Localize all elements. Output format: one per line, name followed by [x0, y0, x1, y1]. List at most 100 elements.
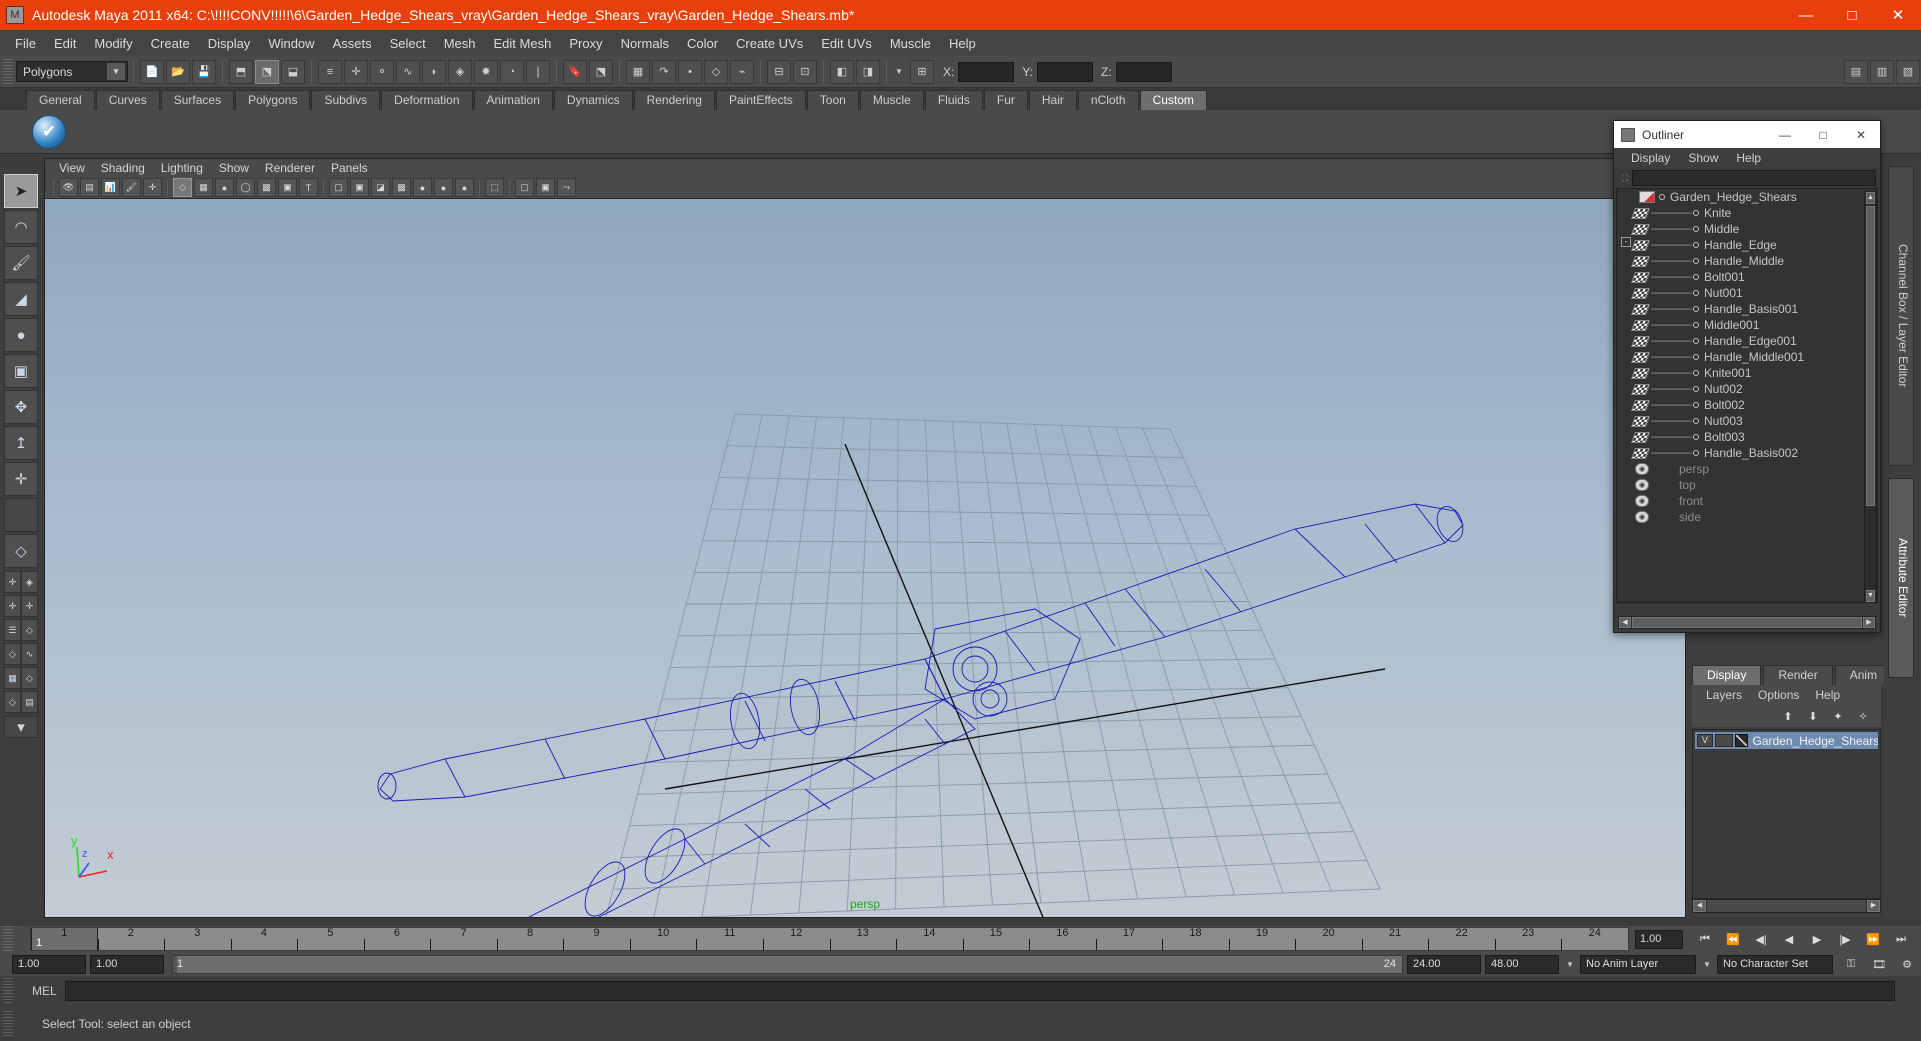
shelf-tab-muscle[interactable]: Muscle: [859, 90, 924, 110]
z-coordinate-field[interactable]: [1115, 61, 1172, 82]
animation-end-time-field[interactable]: 48.00: [1485, 954, 1559, 974]
outliner-minimize-button[interactable]: —: [1766, 121, 1804, 148]
shelf-tab-polygons[interactable]: Polygons: [235, 90, 311, 110]
menu-item-edit-mesh[interactable]: Edit Mesh: [485, 33, 561, 54]
viewport-canvas[interactable]: y x z persp: [45, 199, 1685, 917]
select-by-object-type-button[interactable]: ⬔: [255, 59, 279, 84]
highlight-button[interactable]: ⬔: [589, 59, 613, 84]
range-start-time-field[interactable]: 1.00: [90, 954, 164, 974]
wireframe-on-shaded-icon[interactable]: ▩: [257, 178, 276, 197]
outliner-item-handle_middle001[interactable]: ———— Handle_Middle001: [1617, 349, 1877, 365]
menu-item-edit-uvs[interactable]: Edit UVs: [812, 33, 881, 54]
outliner-item-knite001[interactable]: ———— Knite001: [1617, 365, 1877, 381]
outliner-hscrollbar[interactable]: ◀ ▶: [1618, 616, 1876, 629]
scroll-left-icon[interactable]: ◀: [1693, 900, 1706, 912]
select-dynamics-button[interactable]: ✸: [474, 59, 498, 84]
snap-to-point-button[interactable]: •: [678, 59, 702, 84]
outliner-menu-show[interactable]: Show: [1679, 150, 1727, 166]
graph-editor-layout[interactable]: ∿: [21, 643, 38, 665]
outliner-item-nut002[interactable]: ———— Nut002: [1617, 381, 1877, 397]
menu-item-file[interactable]: File: [6, 33, 45, 54]
shelf-tab-hair[interactable]: Hair: [1028, 90, 1077, 110]
scroll-right-icon[interactable]: ▶: [1863, 617, 1875, 628]
menu-item-normals[interactable]: Normals: [612, 33, 678, 54]
select-handles-button[interactable]: ✛: [344, 59, 368, 84]
command-line-grip[interactable]: [3, 978, 13, 1004]
persp-graph-outliner-layout[interactable]: ◇: [4, 691, 21, 713]
bookmark-icon[interactable]: 📊: [101, 178, 120, 197]
menu-item-proxy[interactable]: Proxy: [560, 33, 611, 54]
move-layer-down-icon[interactable]: ⬇: [1803, 707, 1823, 725]
chevron-down-icon[interactable]: ▼: [1700, 955, 1714, 974]
maximize-button[interactable]: □: [1829, 0, 1875, 30]
isolate-select-icon[interactable]: ⬚: [485, 178, 504, 197]
expand-collapse-icon[interactable]: ⛶: [1618, 171, 1632, 185]
outliner-item-handle_edge[interactable]: ———— Handle_Edge: [1617, 237, 1877, 253]
shelf-tab-deformation[interactable]: Deformation: [381, 90, 473, 110]
keyframe-icon[interactable]: ✛: [143, 178, 162, 197]
layer-menu-layers[interactable]: Layers: [1698, 687, 1750, 703]
wireframe-icon[interactable]: ◇: [173, 178, 192, 197]
outliner-item-nut003[interactable]: ———— Nut003: [1617, 413, 1877, 429]
shelf-tab-subdivs[interactable]: Subdivs: [311, 90, 381, 110]
show-manipulator-tool[interactable]: ✛: [4, 462, 38, 496]
text-icon[interactable]: T: [299, 178, 318, 197]
three-pane-layout[interactable]: ✛: [21, 595, 38, 617]
new-scene-button[interactable]: 📄: [140, 59, 164, 84]
outliner-vscrollbar[interactable]: ▲ ▼: [1864, 191, 1877, 603]
help-line-grip[interactable]: [3, 1010, 13, 1037]
viewport-menu-renderer[interactable]: Renderer: [257, 160, 323, 176]
snap-to-live-object-button[interactable]: ⌁: [730, 59, 754, 84]
render-current-frame-button[interactable]: ⊡: [793, 59, 817, 84]
show-attribute-editor-button[interactable]: ▧: [1896, 59, 1920, 84]
shelf-tab-dynamics[interactable]: Dynamics: [553, 90, 633, 110]
outliner-menu-display[interactable]: Display: [1622, 150, 1679, 166]
highlight-selection-mode-button[interactable]: ≡: [318, 59, 342, 84]
hypershade-persp-layout[interactable]: ▦: [4, 667, 21, 689]
snap-to-grid-button[interactable]: ▦: [626, 59, 650, 84]
layer-playback-toggle[interactable]: [1714, 734, 1733, 747]
go-to-end-icon[interactable]: ⏭: [1889, 929, 1913, 949]
scroll-down-icon[interactable]: ▼: [1866, 590, 1875, 602]
rotate-tool[interactable]: ●: [4, 318, 38, 352]
animation-start-time-field[interactable]: 1.00: [12, 954, 86, 974]
paint-select-tool[interactable]: 🖌: [4, 246, 38, 280]
selection-mode-dropdown[interactable]: Polygons ▼: [16, 61, 128, 82]
light-amber-icon[interactable]: ●: [455, 178, 474, 197]
select-curves-button[interactable]: ∿: [396, 59, 420, 84]
two-pane-split-layout[interactable]: ✛: [4, 595, 21, 617]
auto-keyframe-icon[interactable]: 🎞: [1867, 954, 1891, 974]
input-line-mode-chevron-icon[interactable]: ▼: [892, 62, 906, 81]
minimize-button[interactable]: —: [1783, 0, 1829, 30]
scroll-thumb[interactable]: [1866, 206, 1875, 506]
layer-row[interactable]: V Garden_Hedge_Shears_l: [1695, 732, 1878, 749]
image-plane-icon[interactable]: 🖌: [122, 178, 141, 197]
texture-icon[interactable]: ▣: [278, 178, 297, 197]
select-camera-icon[interactable]: 👁: [59, 178, 78, 197]
close-button[interactable]: ✕: [1875, 0, 1921, 30]
select-tool[interactable]: ➤: [4, 174, 38, 208]
animation-preferences-icon[interactable]: ⚙: [1895, 954, 1919, 974]
menu-item-window[interactable]: Window: [259, 33, 323, 54]
scroll-thumb[interactable]: [1632, 617, 1862, 628]
x-coordinate-field[interactable]: [958, 61, 1015, 82]
shelf-tab-fluids[interactable]: Fluids: [924, 90, 983, 110]
shelf-tab-curves[interactable]: Curves: [95, 90, 160, 110]
snap-to-curve-button[interactable]: ↷: [652, 59, 676, 84]
viewport-menu-view[interactable]: View: [51, 160, 93, 176]
outliner-item-handle_edge001[interactable]: ———— Handle_Edge001: [1617, 333, 1877, 349]
select-deformations-button[interactable]: ◈: [448, 59, 472, 84]
single-perspective-view-layout[interactable]: ◇: [4, 534, 38, 568]
dock-tab-display[interactable]: Display: [1692, 665, 1762, 685]
menu-item-mesh[interactable]: Mesh: [435, 33, 485, 54]
shelf-tab-surfaces[interactable]: Surfaces: [160, 90, 235, 110]
outliner-menu-help[interactable]: Help: [1727, 150, 1770, 166]
outliner-tree[interactable]: - Garden_Hedge_Shears ———— Knite ———— Middle…: [1616, 188, 1878, 603]
range-end-time-field[interactable]: 24.00: [1407, 954, 1481, 974]
render-settings-button[interactable]: ◨: [856, 59, 880, 84]
camera-attributes-icon[interactable]: ▤: [80, 178, 99, 197]
shaded-sphere-icon[interactable]: ●: [215, 178, 234, 197]
persp-outliner-layout[interactable]: ◈: [21, 571, 38, 593]
smooth-shade-icon[interactable]: ▦: [194, 178, 213, 197]
go-to-start-icon[interactable]: ⏮: [1693, 929, 1717, 949]
